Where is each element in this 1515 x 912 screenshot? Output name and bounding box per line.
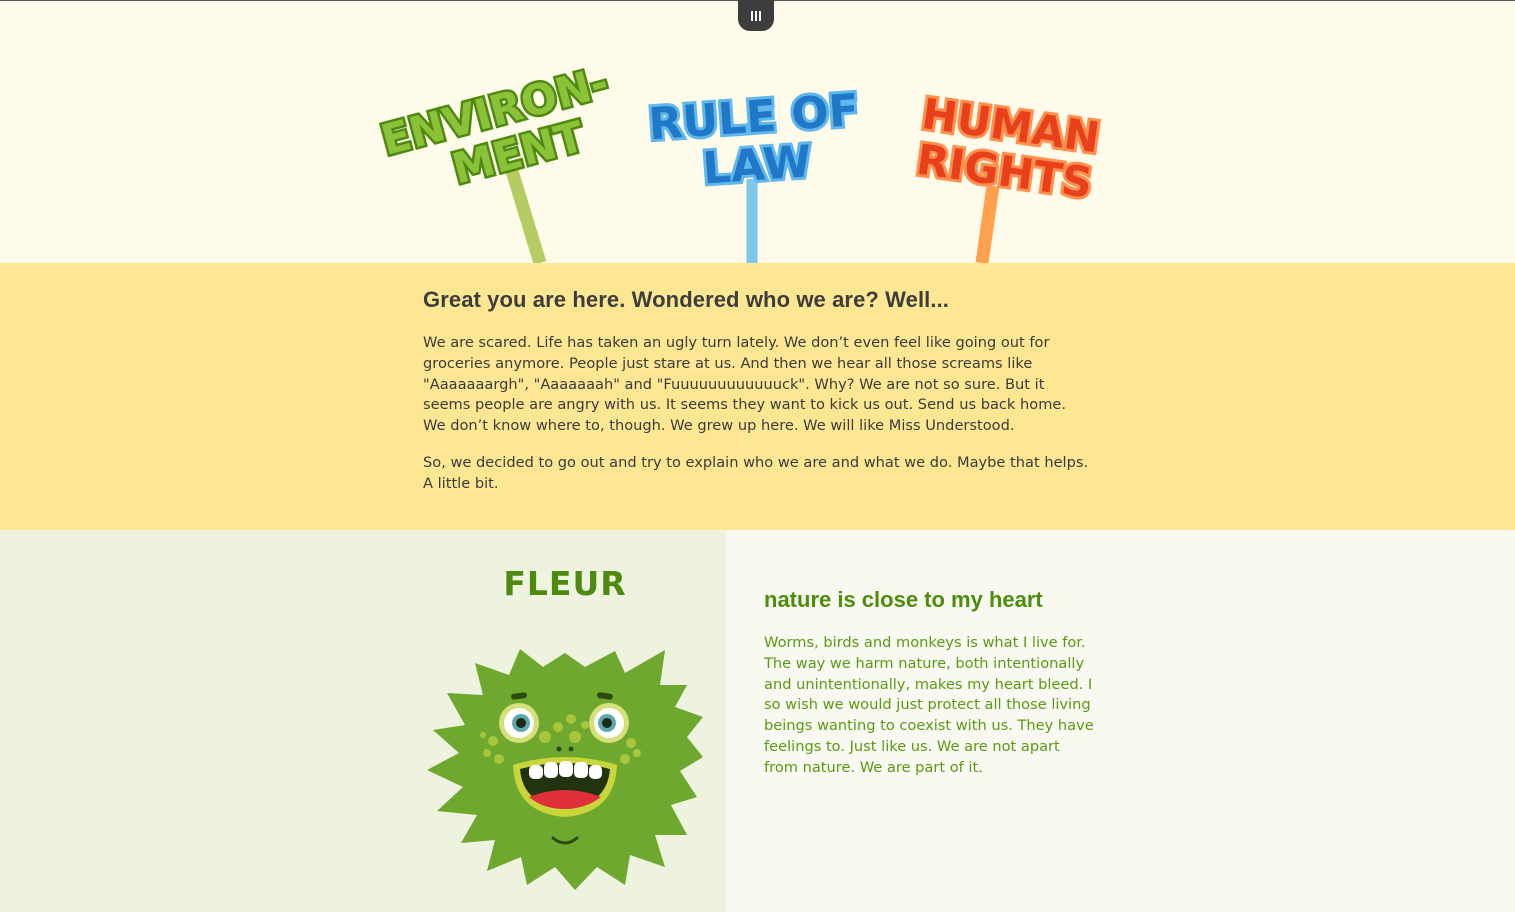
hero-banner: ENVIRON- MENT RULE OF LAW HUMAN RIGHTS bbox=[0, 1, 1515, 263]
sign-rule-of-law: RULE OF LAW bbox=[644, 82, 864, 198]
character-tagline: nature is close to my heart bbox=[764, 587, 1043, 612]
intro-heading: Great you are here. Wondered who we are?… bbox=[423, 287, 950, 312]
character-portrait-panel: FLEUR bbox=[0, 530, 726, 912]
protest-signs-illustration: ENVIRON- MENT RULE OF LAW HUMAN RIGHTS bbox=[374, 55, 1106, 263]
sign-environment: ENVIRON- MENT bbox=[374, 55, 616, 196]
character-description: Worms, birds and monkeys is what I live … bbox=[764, 634, 1094, 776]
sign-pole-human-rights bbox=[975, 185, 1000, 263]
intro-content: Great you are here. Wondered who we are?… bbox=[423, 287, 1093, 511]
intro-paragraph-2: So, we decided to go out and try to expl… bbox=[423, 453, 1089, 492]
menu-toggle-button[interactable] bbox=[738, 0, 774, 31]
intro-section: Great you are here. Wondered who we are?… bbox=[0, 263, 1515, 530]
sign-pole-environment bbox=[505, 169, 547, 263]
sign-rule-of-law-line2: LAW bbox=[701, 136, 813, 194]
green-monster-illustration bbox=[427, 649, 703, 890]
sign-human-rights: HUMAN RIGHTS bbox=[911, 86, 1106, 211]
character-bio-panel: nature is close to my heart Worms, birds… bbox=[726, 530, 1515, 912]
intro-paragraph-1: We are scared. Life has taken an ugly tu… bbox=[423, 334, 1067, 435]
character-name: FLEUR bbox=[503, 564, 627, 603]
menu-bars-icon bbox=[751, 10, 753, 21]
